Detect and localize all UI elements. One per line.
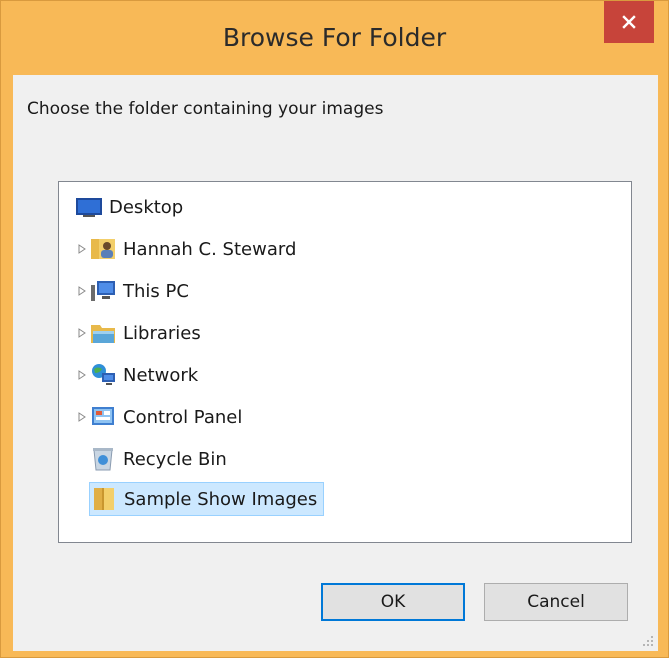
tree-item-label: Network (123, 364, 199, 386)
tree-item-sample-show-images[interactable]: Sample Show Images (89, 482, 325, 516)
tree-item-label: Desktop (109, 196, 184, 218)
network-icon (89, 361, 117, 389)
recycle-bin-icon (89, 445, 117, 473)
expand-arrow-icon[interactable] (75, 286, 89, 296)
tree-item-user-folder[interactable]: Hannah C. Steward (75, 232, 296, 266)
expand-arrow-icon[interactable] (75, 370, 89, 380)
resize-grip-icon[interactable] (640, 633, 654, 647)
tree-item-recycle-bin[interactable]: Recycle Bin (89, 442, 227, 476)
instruction-text: Choose the folder containing your images (27, 99, 384, 119)
browse-for-folder-dialog: Browse For Folder Choose the folder cont… (0, 0, 669, 658)
tree-item-label: This PC (123, 280, 189, 302)
user-folder-icon (89, 235, 117, 263)
tree-item-label: Sample Show Images (124, 488, 318, 510)
cancel-button[interactable]: Cancel (484, 583, 628, 621)
folder-icon (90, 485, 118, 513)
desktop-icon (75, 193, 103, 221)
ok-button[interactable]: OK (321, 583, 465, 621)
tree-item-this-pc[interactable]: This PC (75, 274, 189, 308)
tree-item-label: Control Panel (123, 406, 243, 428)
close-button[interactable] (604, 1, 654, 43)
window-title: Browse For Folder (222, 23, 447, 52)
tree-item-label: Hannah C. Steward (123, 238, 297, 260)
expand-arrow-icon[interactable] (75, 412, 89, 422)
computer-icon (89, 277, 117, 305)
expand-arrow-icon[interactable] (75, 328, 89, 338)
tree-item-label: Libraries (123, 322, 201, 344)
dialog-body: Choose the folder containing your images… (13, 75, 658, 651)
tree-item-libraries[interactable]: Libraries (75, 316, 201, 350)
tree-item-control-panel[interactable]: Control Panel (75, 400, 242, 434)
tree-item-desktop[interactable]: Desktop (75, 190, 183, 224)
close-icon (622, 15, 636, 29)
title-bar[interactable]: Browse For Folder (1, 1, 668, 83)
libraries-icon (89, 319, 117, 347)
control-panel-icon (89, 403, 117, 431)
tree-item-network[interactable]: Network (75, 358, 198, 392)
folder-tree[interactable]: Desktop Hannah C. Steward This PC Librar… (58, 181, 632, 543)
expand-arrow-icon[interactable] (75, 244, 89, 254)
tree-item-label: Recycle Bin (123, 448, 227, 470)
